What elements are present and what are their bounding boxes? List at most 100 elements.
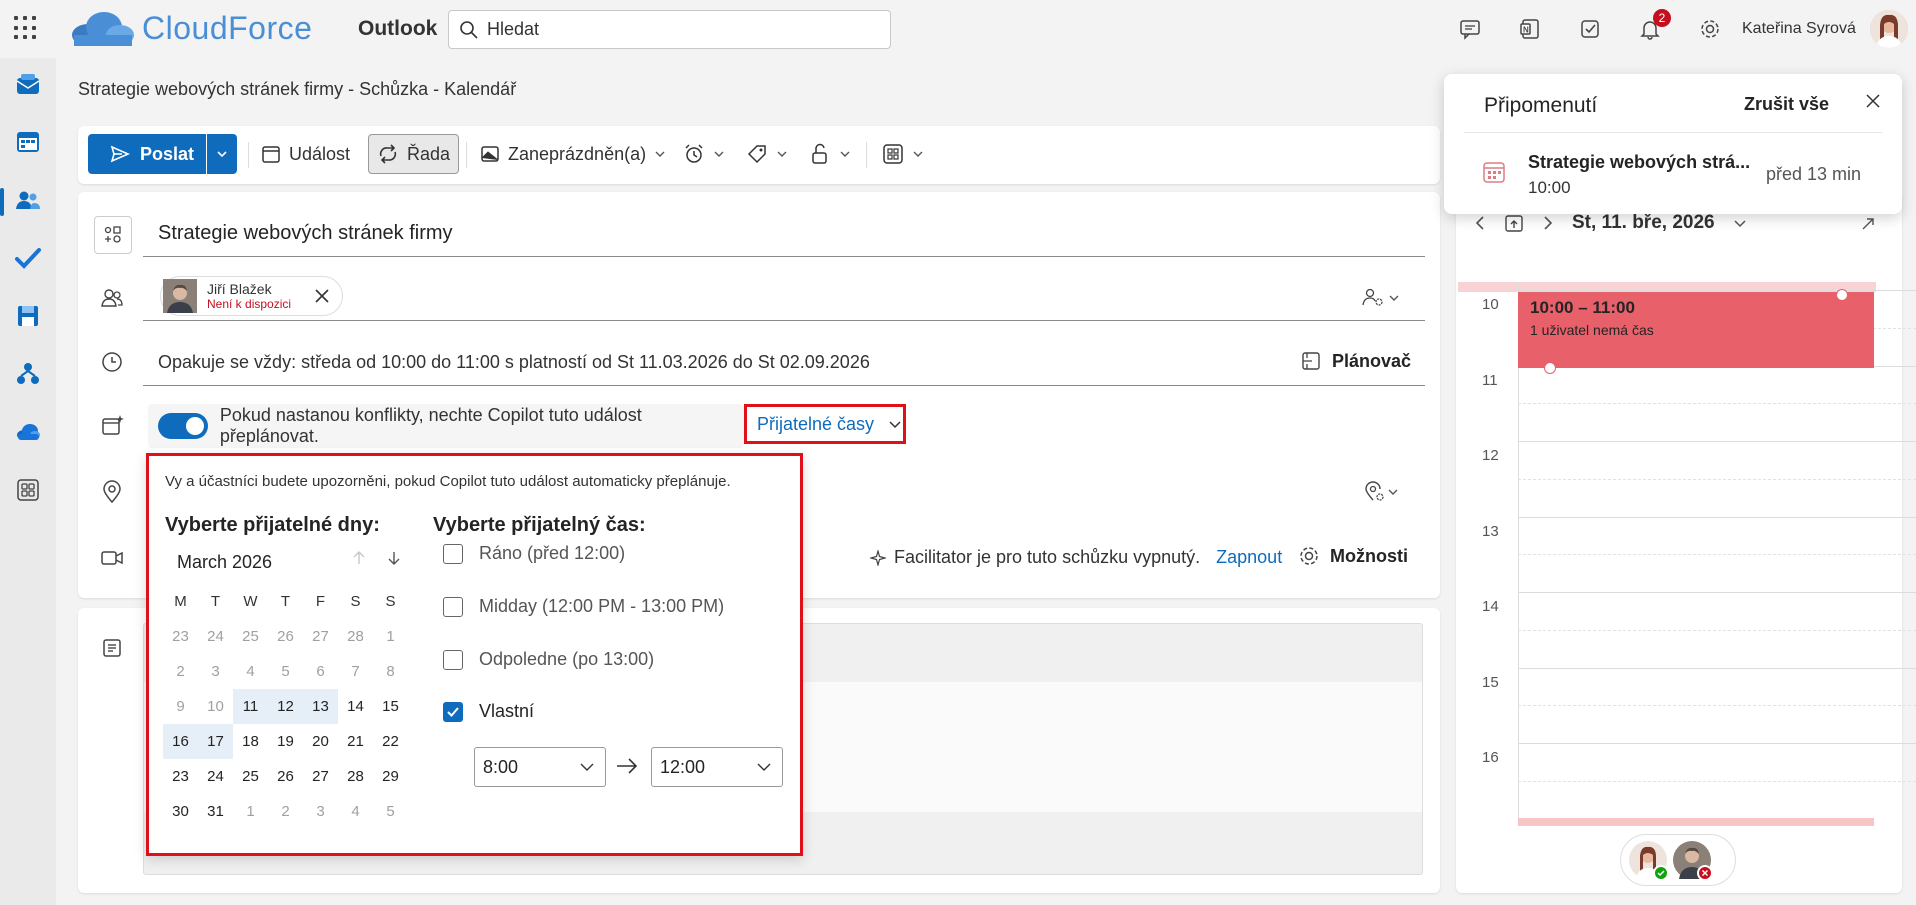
calendar-day[interactable]: 10: [198, 689, 233, 724]
custom-checkbox[interactable]: [443, 701, 463, 722]
next-month-button[interactable]: [387, 550, 401, 571]
calendar-day[interactable]: 27: [303, 619, 338, 654]
time-from-select[interactable]: 8:00: [474, 747, 606, 787]
calendar-day[interactable]: 3: [198, 654, 233, 689]
calendar-day[interactable]: 1: [373, 619, 408, 654]
event-title-input[interactable]: Strategie webových stránek firmy: [158, 222, 453, 245]
copilot-reschedule-toggle[interactable]: [158, 413, 208, 439]
calendar-day-selected[interactable]: 12: [268, 689, 303, 724]
rail-more-apps[interactable]: [14, 476, 42, 504]
attendee-options-button[interactable]: [1358, 284, 1404, 312]
calendar-day[interactable]: 14: [338, 689, 373, 724]
calendar-day[interactable]: 1: [233, 794, 268, 829]
calendar-day-selected[interactable]: 11: [233, 689, 268, 724]
midday-checkbox[interactable]: [443, 596, 463, 617]
expand-icon[interactable]: [1860, 216, 1876, 232]
calendar-day-selected[interactable]: 16: [163, 724, 198, 759]
afternoon-checkbox[interactable]: [443, 649, 463, 670]
user-avatar[interactable]: [1870, 10, 1908, 48]
calendar-day[interactable]: 2: [163, 654, 198, 689]
calendar-day[interactable]: 25: [233, 619, 268, 654]
calendar-event-block[interactable]: 10:00 – 11:00 1 uživatel nemá čas: [1518, 292, 1874, 368]
app-launcher-icon[interactable]: [14, 16, 38, 40]
calendar-day[interactable]: 20: [303, 724, 338, 759]
attendee-availability-avatar[interactable]: [1673, 841, 1713, 881]
calendar-day[interactable]: 28: [338, 759, 373, 794]
rail-onedrive[interactable]: [14, 418, 42, 446]
calendar-day[interactable]: 8: [373, 654, 408, 689]
calendar-day[interactable]: 19: [268, 724, 303, 759]
app-name[interactable]: Outlook: [358, 17, 437, 41]
chevron-left-icon[interactable]: [1474, 215, 1486, 231]
user-name[interactable]: Kateřina Syrová: [1742, 20, 1856, 38]
calendar-day[interactable]: 31: [198, 794, 233, 829]
calendar-day[interactable]: 22: [373, 724, 408, 759]
search-box[interactable]: Hledat: [448, 10, 891, 49]
calendar-day[interactable]: 23: [163, 619, 198, 654]
location-options-button[interactable]: [1358, 478, 1404, 506]
calendar-day[interactable]: 26: [268, 619, 303, 654]
brand-logo[interactable]: CloudForce: [68, 8, 312, 48]
calendar-day[interactable]: 25: [233, 759, 268, 794]
todo-button[interactable]: [1560, 13, 1620, 45]
organizer-avatar[interactable]: [1629, 841, 1669, 881]
privacy-dropdown[interactable]: [801, 134, 859, 174]
rail-mail[interactable]: [14, 71, 42, 99]
acceptable-times-dropdown[interactable]: Přijatelné časy: [744, 404, 906, 444]
series-button[interactable]: Řada: [368, 134, 460, 174]
calendar-day-selected[interactable]: 17: [198, 724, 233, 759]
rail-files[interactable]: [14, 302, 42, 330]
close-reminders-button[interactable]: [1864, 92, 1882, 115]
calendar-day-selected[interactable]: 13: [303, 689, 338, 724]
chevron-down-icon[interactable]: [1733, 216, 1747, 230]
calendar-day[interactable]: 6: [303, 654, 338, 689]
settings-button[interactable]: [1680, 13, 1740, 45]
selected-date[interactable]: St, 11. bře, 2026: [1572, 212, 1715, 234]
calendar-day[interactable]: 7: [338, 654, 373, 689]
calendar-day[interactable]: 9: [163, 689, 198, 724]
time-to-select[interactable]: 12:00: [651, 747, 783, 787]
calendar-day[interactable]: 23: [163, 759, 198, 794]
calendar-day[interactable]: 2: [268, 794, 303, 829]
calendar-day[interactable]: 26: [268, 759, 303, 794]
rail-org[interactable]: [14, 360, 42, 388]
facilitator-enable-link[interactable]: Zapnout: [1216, 547, 1282, 568]
onenote-button[interactable]: N: [1500, 13, 1560, 45]
event-resize-handle-bottom[interactable]: [1544, 362, 1556, 374]
calendar-day[interactable]: 30: [163, 794, 198, 829]
reminder-dropdown[interactable]: [675, 134, 733, 174]
notifications-button[interactable]: 2: [1620, 9, 1680, 45]
calendar-day[interactable]: 3: [303, 794, 338, 829]
dismiss-all-button[interactable]: Zrušit vše: [1744, 94, 1829, 115]
calendar-day[interactable]: 28: [338, 619, 373, 654]
scheduler-button[interactable]: Plánovač: [1300, 350, 1411, 372]
calendar-day[interactable]: 24: [198, 759, 233, 794]
rail-todo[interactable]: [14, 244, 42, 272]
calendar-day[interactable]: 4: [233, 654, 268, 689]
calendar-day[interactable]: 5: [373, 794, 408, 829]
feedback-button[interactable]: [1440, 13, 1500, 45]
chevron-right-icon[interactable]: [1542, 215, 1554, 231]
option-morning[interactable]: Ráno (před 12:00): [443, 543, 625, 564]
calendar-day[interactable]: 4: [338, 794, 373, 829]
title-copilot-button[interactable]: [94, 216, 132, 254]
event-resize-handle-top[interactable]: [1836, 289, 1848, 301]
calendar-day[interactable]: 5: [268, 654, 303, 689]
calendar-day[interactable]: 21: [338, 724, 373, 759]
remove-attendee-icon[interactable]: [313, 287, 331, 305]
morning-checkbox[interactable]: [443, 543, 463, 564]
rail-people[interactable]: [14, 186, 42, 214]
apps-dropdown[interactable]: [874, 134, 932, 174]
send-options-button[interactable]: [207, 134, 237, 174]
send-button[interactable]: Poslat: [88, 134, 206, 174]
event-button[interactable]: Událost: [253, 134, 358, 174]
busy-status-dropdown[interactable]: Zaneprázdněn(a): [472, 134, 674, 174]
calendar-day[interactable]: 29: [373, 759, 408, 794]
calendar-day[interactable]: 24: [198, 619, 233, 654]
calendar-day[interactable]: 18: [233, 724, 268, 759]
option-midday[interactable]: Midday (12:00 PM - 13:00 PM): [443, 596, 724, 617]
meeting-options-button[interactable]: Možnosti: [1298, 545, 1408, 567]
recurrence-text[interactable]: Opakuje se vždy: středa od 10:00 do 11:0…: [158, 352, 870, 373]
go-to-today-icon[interactable]: [1504, 213, 1524, 233]
option-afternoon[interactable]: Odpoledne (po 13:00): [443, 649, 654, 670]
